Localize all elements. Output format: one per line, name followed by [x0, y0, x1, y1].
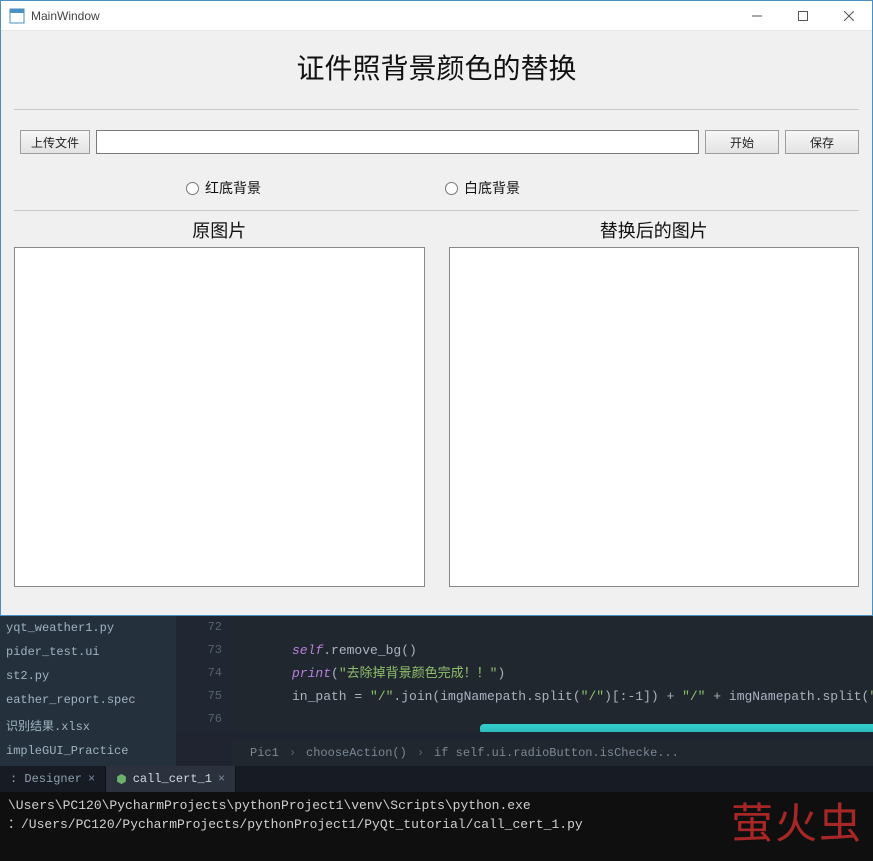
line-number: 76: [176, 708, 222, 731]
client-area: 证件照背景颜色的替换 上传文件 开始 保存 红底背景 白底背景 原图片 替换后的…: [2, 31, 871, 614]
tab-label: : Designer: [10, 772, 82, 786]
console-line: ：/Users/PC120/PycharmProjects/pythonProj…: [8, 817, 583, 832]
titlebar[interactable]: MainWindow: [1, 1, 872, 31]
radio-white-bg[interactable]: 白底背景: [445, 178, 520, 198]
list-item[interactable]: pider_test.ui: [0, 640, 176, 664]
line-number: 74: [176, 662, 222, 685]
list-item[interactable]: 识别结果.xlsx: [0, 712, 176, 739]
bg-radio-row: 红底背景 白底背景: [14, 168, 859, 211]
app-icon: [9, 8, 25, 24]
list-item[interactable]: eather_report.spec: [0, 688, 176, 712]
window-title: MainWindow: [31, 9, 100, 23]
file-row: 上传文件 开始 保存: [2, 110, 871, 168]
line-number: 75: [176, 685, 222, 708]
app-window: MainWindow 证件照背景颜色的替换 上传文件 开始 保存 红底背景: [0, 0, 873, 616]
image-panels: [14, 247, 859, 587]
save-button[interactable]: 保存: [785, 130, 859, 154]
console-line: \Users\PC120\PycharmProjects\pythonProje…: [8, 798, 531, 813]
list-item[interactable]: st2.py: [0, 664, 176, 688]
page-title: 证件照背景颜色的替换: [14, 31, 859, 110]
editor-tabs: : Designer × ⬢ call_cert_1 ×: [0, 766, 873, 792]
tab-label: call_cert_1: [133, 772, 212, 786]
tab-designer[interactable]: : Designer ×: [0, 766, 106, 792]
breadcrumb-item[interactable]: chooseAction(): [306, 746, 407, 760]
upload-button[interactable]: 上传文件: [20, 130, 90, 154]
radio-red-bg[interactable]: 红底背景: [186, 178, 261, 198]
project-panel[interactable]: yqt_weather1.py pider_test.ui st2.py eat…: [0, 616, 176, 772]
python-icon: ⬢: [116, 772, 126, 787]
close-icon[interactable]: ×: [218, 772, 225, 786]
editor-gutter: 72 73 74 75 76: [176, 616, 232, 732]
watermark: 萤火虫: [731, 790, 863, 851]
start-button[interactable]: 开始: [705, 130, 779, 154]
radio-red-bg-input[interactable]: [186, 182, 199, 195]
maximize-button[interactable]: [780, 1, 826, 31]
list-item[interactable]: yqt_weather1.py: [0, 616, 176, 640]
breadcrumb-item[interactable]: if self.ui.radioButton.isChecke...: [434, 746, 679, 760]
code-editor[interactable]: self.remove_bg() print("去除掉背景颜色完成！！") in…: [232, 616, 873, 732]
list-item[interactable]: impleGUI_Practice: [0, 739, 176, 763]
radio-white-bg-input[interactable]: [445, 182, 458, 195]
tab-call-cert[interactable]: ⬢ call_cert_1 ×: [106, 766, 236, 792]
breadcrumb[interactable]: Pic1› chooseAction()› if self.ui.radioBu…: [232, 740, 873, 766]
replaced-image-panel: [449, 247, 860, 587]
breadcrumb-item[interactable]: Pic1: [250, 746, 279, 760]
replaced-image-label: 替换后的图片: [449, 217, 860, 243]
radio-red-bg-label: 红底背景: [205, 178, 261, 198]
file-path-input[interactable]: [96, 130, 699, 154]
original-image-panel: [14, 247, 425, 587]
image-labels: 原图片 替换后的图片: [14, 217, 859, 243]
close-icon[interactable]: ×: [88, 772, 95, 786]
line-number: 73: [176, 639, 222, 662]
radio-white-bg-label: 白底背景: [464, 178, 520, 198]
minimize-button[interactable]: [734, 1, 780, 31]
original-image-label: 原图片: [14, 217, 425, 243]
horizontal-scrollbar[interactable]: [480, 724, 873, 732]
close-button[interactable]: [826, 1, 872, 31]
line-number: 72: [176, 616, 222, 639]
